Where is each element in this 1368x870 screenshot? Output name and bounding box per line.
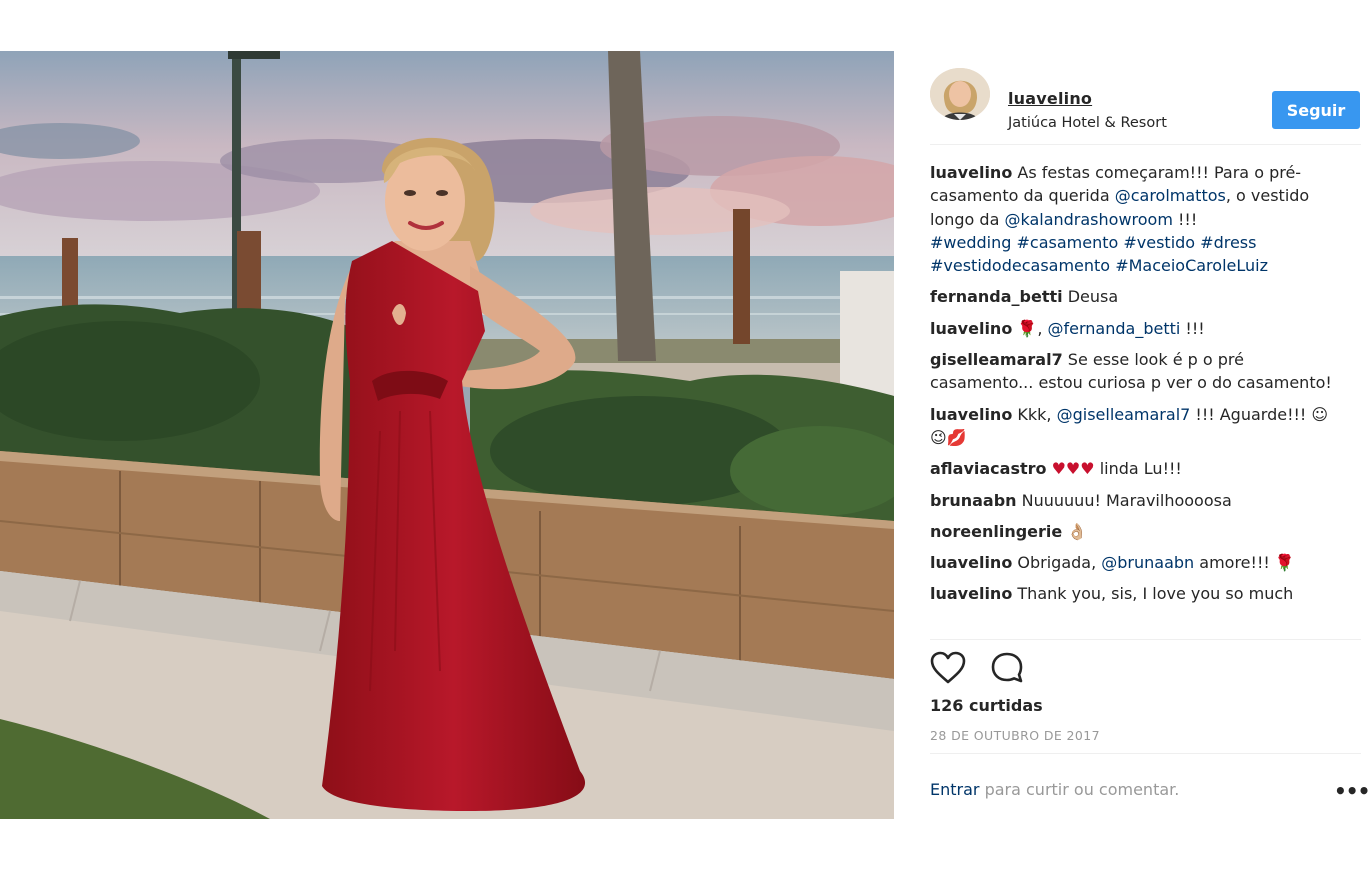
mention-link[interactable]: @giselleamaral7 bbox=[1057, 405, 1191, 424]
mention-link[interactable]: @fernanda_betti bbox=[1048, 319, 1181, 338]
comment-item: luavelino Obrigada, @brunaabn amore!!! 🌹 bbox=[930, 551, 1340, 574]
hashtag-link[interactable]: #casamento bbox=[1016, 233, 1118, 252]
login-link[interactable]: Entrar bbox=[930, 780, 979, 799]
comments-list[interactable]: luavelino As festas começaram!!! Para o … bbox=[930, 161, 1340, 639]
comment-text: Thank you, sis, I love you so much bbox=[1012, 584, 1294, 604]
comment-username[interactable]: noreenlingerie bbox=[930, 522, 1062, 541]
comment-item: fernanda_betti Deusa bbox=[930, 285, 1340, 308]
mention-link[interactable]: @brunaabn bbox=[1101, 553, 1194, 572]
comment-username[interactable]: luavelino bbox=[930, 319, 1012, 338]
comment-username[interactable]: fernanda_betti bbox=[930, 287, 1063, 306]
hashtag-link[interactable]: #wedding bbox=[930, 233, 1011, 252]
comment-item: luavelino Kkk, @giselleamaral7 !!! Aguar… bbox=[930, 403, 1340, 450]
comment-text: !!! bbox=[1180, 318, 1205, 338]
comment-username[interactable]: aflaviacastro bbox=[930, 459, 1047, 478]
comment-username[interactable]: luavelino bbox=[930, 405, 1012, 424]
comment-text: 🌹, bbox=[1012, 318, 1048, 338]
header-divider bbox=[930, 144, 1361, 145]
footer-divider bbox=[930, 753, 1361, 754]
post-location[interactable]: Jatiúca Hotel & Resort bbox=[1008, 115, 1167, 131]
comment-text: Kkk, bbox=[1012, 404, 1057, 424]
comment-item: noreenlingerie 👌🏼 bbox=[930, 520, 1340, 543]
comment-icon[interactable] bbox=[990, 651, 1026, 685]
caption: luavelino As festas começaram!!! Para o … bbox=[930, 161, 1340, 277]
hashtag-link[interactable]: #MaceioCaroleLuiz bbox=[1115, 256, 1268, 275]
hashtag-link[interactable]: #vestido bbox=[1123, 233, 1195, 252]
comment-text: Nuuuuuu! Maravilhoooosa bbox=[1016, 490, 1232, 510]
hashtag-link[interactable]: #vestidodecasamento bbox=[930, 256, 1110, 275]
hearts-emoji: ♥♥♥ bbox=[1046, 459, 1095, 479]
comments-divider bbox=[930, 639, 1361, 640]
comment-username[interactable]: brunaabn bbox=[930, 491, 1017, 510]
heart-icon[interactable] bbox=[930, 651, 966, 685]
comment-text: amore!!! 🌹 bbox=[1194, 553, 1295, 573]
comment-text: linda Lu!!! bbox=[1094, 459, 1182, 479]
likes-count[interactable]: 126 curtidas bbox=[930, 696, 1043, 715]
post-sidebar: luavelino Jatiúca Hotel & Resort Seguir … bbox=[894, 51, 1368, 819]
author-username[interactable]: luavelino bbox=[1008, 89, 1092, 108]
caption-text: !!! bbox=[1172, 209, 1198, 229]
comment-item: giselleamaral7 Se esse look é p o pré ca… bbox=[930, 348, 1340, 395]
login-prompt-text: para curtir ou comentar. bbox=[979, 780, 1180, 799]
post-header: luavelino Jatiúca Hotel & Resort Seguir bbox=[930, 68, 1361, 131]
comment-item: brunaabn Nuuuuuu! Maravilhoooosa bbox=[930, 489, 1340, 512]
author-avatar[interactable] bbox=[930, 68, 990, 120]
comment-text: Deusa bbox=[1062, 287, 1119, 307]
comment-username[interactable]: luavelino bbox=[930, 584, 1012, 603]
mention-link[interactable]: @kalandrashowroom bbox=[1004, 210, 1172, 229]
comment-username[interactable]: luavelino bbox=[930, 553, 1012, 572]
comment-item: luavelino 🌹, @fernanda_betti !!! bbox=[930, 317, 1340, 340]
follow-button[interactable]: Seguir bbox=[1272, 91, 1360, 129]
mention-link[interactable]: @carolmattos bbox=[1115, 186, 1226, 205]
comment-item: aflaviacastro ♥♥♥ linda Lu!!! bbox=[930, 457, 1340, 480]
comment-text: 👌🏼 bbox=[1062, 521, 1088, 541]
post-photo[interactable] bbox=[0, 51, 894, 819]
comment-text: Obrigada, bbox=[1012, 553, 1102, 573]
comment-username[interactable]: luavelino bbox=[930, 163, 1012, 182]
comment-item: luavelino Thank you, sis, I love you so … bbox=[930, 582, 1340, 605]
post-date: 28 DE OUTUBRO DE 2017 bbox=[930, 728, 1100, 743]
comment-username[interactable]: giselleamaral7 bbox=[930, 350, 1063, 369]
more-options-icon[interactable]: ••• bbox=[1334, 779, 1368, 803]
hashtag-link[interactable]: #dress bbox=[1200, 233, 1256, 252]
login-prompt: Entrar para curtir ou comentar. bbox=[930, 780, 1179, 799]
